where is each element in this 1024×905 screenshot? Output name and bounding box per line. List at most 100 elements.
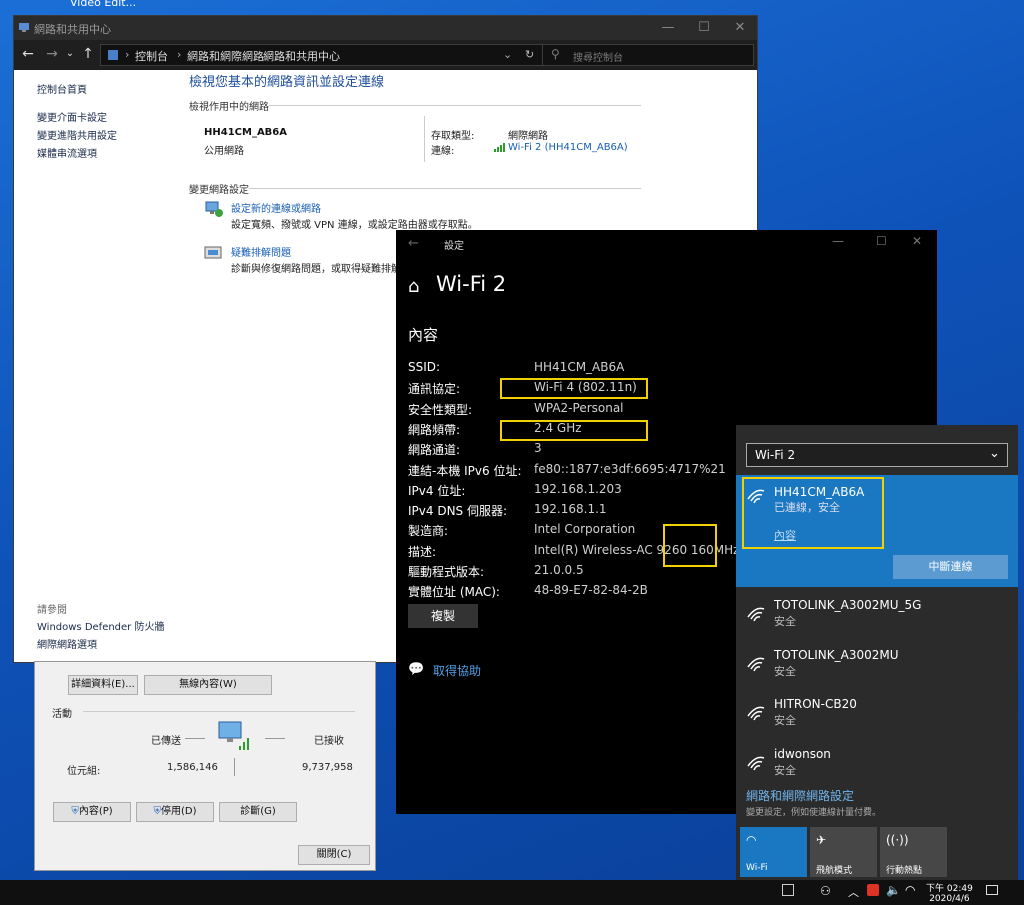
copy-button[interactable]: 複製 xyxy=(408,604,478,628)
details-button[interactable]: 詳細資料(E)... xyxy=(68,675,138,695)
tile-mobile-hotspot[interactable]: ((·)) 行動熱點 xyxy=(880,827,947,877)
breadcrumb[interactable]: › 控制台 › 網路和網際網路 › 網路和共用中心 ⌄ ↻ xyxy=(100,44,544,66)
network-name: HH41CM_AB6A xyxy=(774,485,865,499)
property-label: 連結-本機 IPv6 位址: xyxy=(408,463,522,478)
back-button[interactable]: ← xyxy=(20,46,36,62)
sidebar-item-home[interactable]: 控制台首頁 xyxy=(37,81,87,96)
close-button[interactable]: ✕ xyxy=(912,234,922,248)
address-bar: ← → ⌄ ↑ › 控制台 › 網路和網際網路 › 網路和共用中心 ⌄ ↻ ⚲ … xyxy=(14,40,757,70)
minimize-button[interactable]: — xyxy=(832,234,844,248)
sent-label: 已傳送 xyxy=(151,736,181,747)
recent-locations-chevron-icon[interactable]: ⌄ xyxy=(62,48,78,59)
setup-connection-link[interactable]: 設定新的連線或網路 xyxy=(231,200,321,215)
network-list-item[interactable]: HITRON-CB20 安全 xyxy=(736,692,1018,740)
title-bar[interactable]: 網路和共用中心 — ☐ ✕ xyxy=(14,16,757,40)
internet-options-link[interactable]: 網際網路選項 xyxy=(37,636,97,651)
property-label: 網路頻帶: xyxy=(408,422,461,437)
wifi-icon xyxy=(747,756,765,770)
wifi-icon xyxy=(747,607,765,622)
network-name: TOTOLINK_A3002MU_5G xyxy=(774,598,922,612)
connection-link[interactable]: Wi-Fi 2 (HH41CM_AB6A) xyxy=(508,142,628,153)
see-also-title: 請參閱 xyxy=(37,605,67,616)
connected-network[interactable]: HH41CM_AB6A 已連線，安全 內容 中斷連線 xyxy=(736,475,1018,587)
desktop-icon-label[interactable]: Video Edit... xyxy=(70,0,136,9)
chevron-down-icon: ⌄ xyxy=(989,446,1000,461)
tile-airplane-mode[interactable]: ✈ 飛航模式 xyxy=(810,827,877,877)
volume-icon[interactable]: 🔈 xyxy=(886,883,901,897)
help-link[interactable]: 取得協助 xyxy=(433,662,481,679)
sidebar-item-media[interactable]: 媒體串流選項 xyxy=(37,145,97,160)
clock[interactable]: 下午 02:49 2020/4/6 xyxy=(926,881,973,904)
network-name: idwonson xyxy=(774,746,831,761)
network-status: 安全 xyxy=(774,664,796,678)
property-value: 192.168.1.203 xyxy=(534,481,622,496)
breadcrumb-item[interactable]: 控制台 xyxy=(135,48,168,64)
received-label: 已接收 xyxy=(314,736,344,747)
troubleshoot-desc: 診斷與修復網路問題，或取得疑難排解資 xyxy=(231,264,411,275)
forward-button[interactable]: → xyxy=(44,46,60,62)
disconnect-button[interactable]: 中斷連線 xyxy=(893,555,1008,579)
network-settings-link[interactable]: 網路和網際網路設定 xyxy=(746,787,854,804)
access-type-label: 存取類型: xyxy=(431,131,475,142)
access-type-value: 網際網路 xyxy=(508,131,548,142)
bytes-label: 位元組: xyxy=(67,766,101,777)
property-value: 3 xyxy=(534,441,542,456)
network-name: TOTOLINK_A3002MU xyxy=(774,647,899,662)
tile-wifi[interactable]: ◠ Wi-Fi xyxy=(740,827,807,877)
property-label: 驅動程式版本: xyxy=(408,565,485,579)
chevron-up-icon[interactable]: ︿ xyxy=(848,884,859,900)
wifi-icon xyxy=(747,489,765,504)
people-icon[interactable]: ⚇ xyxy=(820,884,831,898)
divider xyxy=(424,116,425,162)
network-status: 安全 xyxy=(774,615,796,628)
property-value: fe80::1877:e3df:6695:4717%21 xyxy=(534,461,726,476)
window-title: 設定 xyxy=(444,241,464,252)
network-computer-icon xyxy=(218,721,249,750)
network-type: 公用網路 xyxy=(204,146,244,157)
troubleshoot-link[interactable]: 疑難排解問題 xyxy=(231,244,291,259)
back-button[interactable]: ← xyxy=(408,236,419,251)
network-list-item[interactable]: TOTOLINK_A3002MU_5G 安全 xyxy=(736,593,1018,641)
clipboard-icon[interactable] xyxy=(782,884,794,896)
taskbar: ⚇ ︿ 🔈 ◠ 下午 02:49 2020/4/6 xyxy=(0,880,1024,905)
network-list-item[interactable]: TOTOLINK_A3002MU 安全 xyxy=(736,643,1018,691)
property-label: 實體位址 (MAC): xyxy=(408,585,500,600)
network-status: 安全 xyxy=(774,714,796,727)
network-name: HITRON-CB20 xyxy=(774,697,857,711)
maximize-button[interactable]: ☐ xyxy=(686,18,722,38)
property-label: 網路通道: xyxy=(408,443,461,458)
divider xyxy=(269,105,641,106)
search-input[interactable]: ⚲ 搜尋控制台 xyxy=(542,44,754,66)
section-title: 內容 xyxy=(408,326,439,344)
wifi-icon[interactable]: ◠ xyxy=(905,883,915,897)
up-button[interactable]: ↑ xyxy=(80,46,96,62)
network-list-item[interactable]: idwonson 安全 xyxy=(736,742,1018,790)
divider xyxy=(249,188,641,189)
chevron-down-icon[interactable]: ⌄ xyxy=(503,48,512,61)
notification-icon[interactable] xyxy=(986,885,998,895)
breadcrumb-item[interactable]: 網路和共用中心 xyxy=(263,48,340,64)
close-dialog-button[interactable]: 關閉(C) xyxy=(298,845,370,865)
property-label: SSID: xyxy=(408,360,441,374)
diagnose-button[interactable]: 診斷(G) xyxy=(219,802,297,822)
sidebar-item-sharing[interactable]: 變更進階共用設定 xyxy=(37,127,117,142)
home-icon[interactable]: ⌂ xyxy=(408,276,419,297)
property-value: HH41CM_AB6A xyxy=(534,360,625,374)
close-button[interactable]: ✕ xyxy=(722,18,758,38)
minimize-button[interactable]: — xyxy=(650,18,686,38)
disable-button[interactable]: ⛨停用(D) xyxy=(136,802,214,822)
antivirus-icon[interactable] xyxy=(867,884,879,896)
properties-link[interactable]: 內容 xyxy=(774,527,796,543)
maximize-button[interactable]: ☐ xyxy=(876,234,887,248)
network-settings-desc: 變更設定，例如使連線計量付費。 xyxy=(746,808,882,818)
property-value: 48-89-E7-82-84-2B xyxy=(534,583,648,598)
shield-icon: ⛨ xyxy=(71,806,79,817)
wireless-properties-button[interactable]: 無線內容(W) xyxy=(144,675,272,695)
refresh-icon[interactable]: ↻ xyxy=(525,48,534,61)
sidebar-item-adapter[interactable]: 變更介面卡設定 xyxy=(37,109,107,124)
properties-button[interactable]: ⛨內容(P) xyxy=(53,802,131,822)
wifi-icon xyxy=(747,706,765,721)
firewall-link[interactable]: Windows Defender 防火牆 xyxy=(37,618,164,633)
adapter-select[interactable]: Wi-Fi 2 ⌄ xyxy=(746,443,1008,467)
property-value: WPA2-Personal xyxy=(534,400,624,415)
